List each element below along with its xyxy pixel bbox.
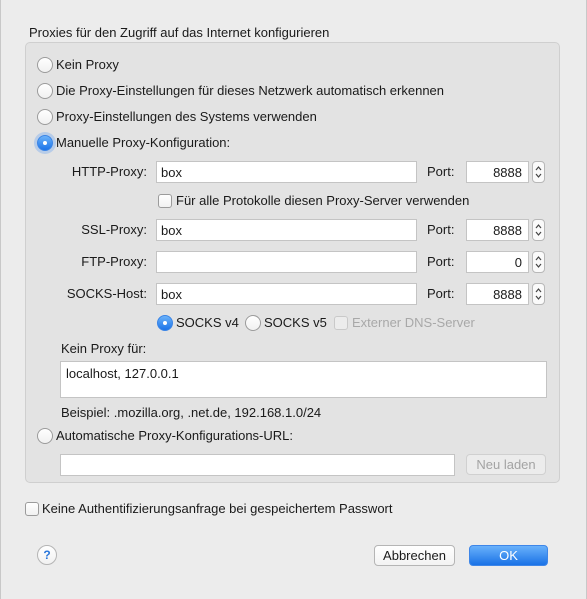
reload-button[interactable]: Neu laden xyxy=(466,454,546,475)
auto-config-url-input[interactable] xyxy=(60,454,455,476)
ssl-port-label: Port: xyxy=(427,222,455,237)
http-port-label: Port: xyxy=(427,164,455,179)
window-left-edge xyxy=(0,0,1,599)
ftp-proxy-label: FTP-Proxy: xyxy=(81,254,147,269)
ok-button[interactable]: OK xyxy=(469,545,548,566)
radio-system-proxy[interactable] xyxy=(37,109,53,125)
help-icon[interactable]: ? xyxy=(37,545,57,565)
radio-manual-proxy[interactable] xyxy=(37,135,53,151)
ftp-port-label: Port: xyxy=(427,254,455,269)
dialog-title: Proxies für den Zugriff auf das Internet… xyxy=(29,25,330,40)
no-proxy-for-textarea[interactable]: localhost, 127.0.0.1 xyxy=(60,361,547,398)
radio-auto-config-url[interactable] xyxy=(37,428,53,444)
http-proxy-label: HTTP-Proxy: xyxy=(71,164,147,179)
radio-socks-v4-label[interactable]: SOCKS v4 xyxy=(176,315,239,331)
cancel-button[interactable]: Abbrechen xyxy=(374,545,455,566)
ssl-port-input[interactable]: 8888 xyxy=(466,219,529,241)
no-proxy-example: Beispiel: .mozilla.org, .net.de, 192.168… xyxy=(61,405,322,420)
ftp-port-stepper-icon[interactable] xyxy=(532,251,545,273)
radio-no-proxy[interactable] xyxy=(37,57,53,73)
socks-host-label: SOCKS-Host: xyxy=(66,286,147,301)
ssl-port-stepper-icon[interactable] xyxy=(532,219,545,241)
all-protocols-checkbox[interactable] xyxy=(158,194,172,208)
all-protocols-label[interactable]: Für alle Protokolle diesen Proxy-Server … xyxy=(176,193,469,209)
remote-dns-label: Externer DNS-Server xyxy=(352,315,475,330)
radio-auto-config-url-label[interactable]: Automatische Proxy-Konfigurations-URL: xyxy=(56,428,293,444)
http-proxy-input[interactable]: box xyxy=(156,161,417,183)
radio-autodetect[interactable] xyxy=(37,83,53,99)
socks-port-label: Port: xyxy=(427,286,455,301)
http-port-input[interactable]: 8888 xyxy=(466,161,529,183)
ftp-proxy-input[interactable] xyxy=(156,251,417,273)
socks-port-input[interactable]: 8888 xyxy=(466,283,529,305)
ssl-proxy-label: SSL-Proxy: xyxy=(81,222,147,237)
radio-socks-v4[interactable] xyxy=(157,315,173,331)
socks-port-stepper-icon[interactable] xyxy=(532,283,545,305)
ftp-port-input[interactable]: 0 xyxy=(466,251,529,273)
socks-host-input[interactable]: box xyxy=(156,283,417,305)
radio-socks-v5-label[interactable]: SOCKS v5 xyxy=(264,315,327,331)
ssl-proxy-input[interactable]: box xyxy=(156,219,417,241)
radio-socks-v5[interactable] xyxy=(245,315,261,331)
no-auth-prompt-label[interactable]: Keine Authentifizierungsanfrage bei gesp… xyxy=(42,501,393,517)
remote-dns-checkbox[interactable] xyxy=(334,316,348,330)
no-proxy-for-label: Kein Proxy für: xyxy=(61,341,147,356)
radio-system-proxy-label[interactable]: Proxy-Einstellungen des Systems verwende… xyxy=(56,109,317,125)
radio-autodetect-label[interactable]: Die Proxy-Einstellungen für dieses Netzw… xyxy=(56,83,444,99)
http-port-stepper-icon[interactable] xyxy=(532,161,545,183)
no-auth-prompt-checkbox[interactable] xyxy=(25,502,39,516)
radio-manual-proxy-label[interactable]: Manuelle Proxy-Konfiguration: xyxy=(56,135,230,151)
radio-no-proxy-label[interactable]: Kein Proxy xyxy=(56,57,119,73)
